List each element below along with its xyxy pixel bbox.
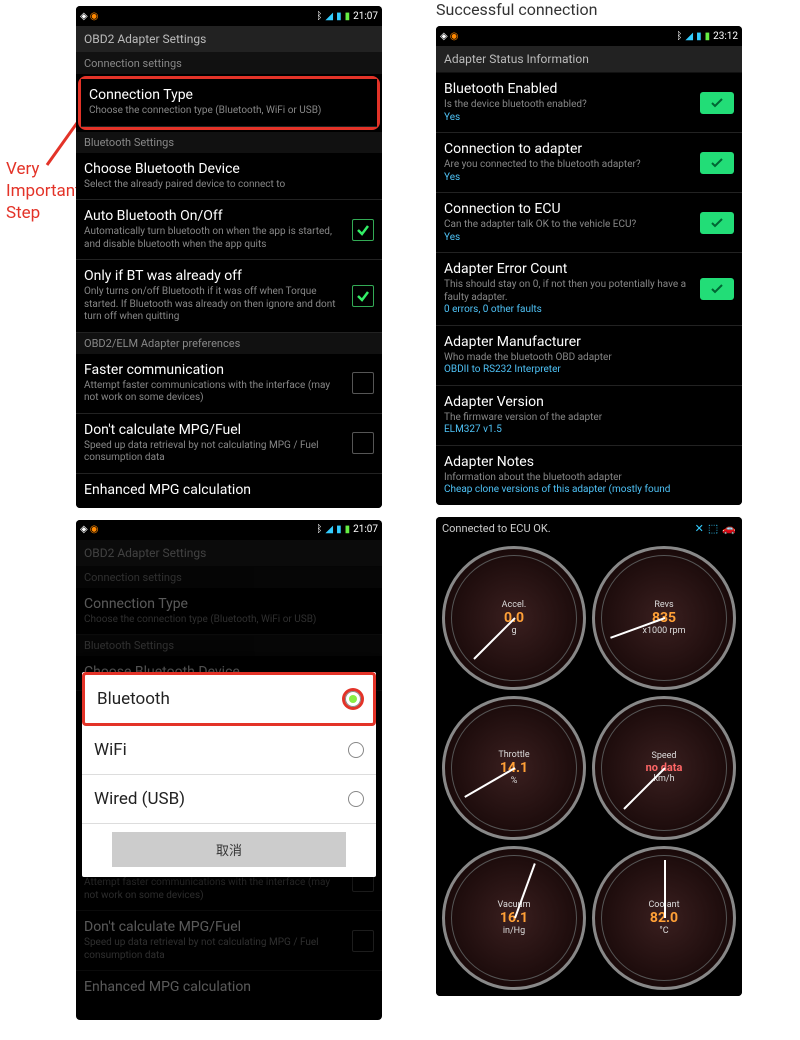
status-bar: ◈◉ ᛒ◢▮▮23:12 bbox=[436, 26, 742, 46]
gauge-throttle[interactable]: Throttle14.1% bbox=[442, 696, 586, 840]
radio-selected[interactable] bbox=[345, 691, 361, 707]
phone-adapter-status: ◈◉ ᛒ◢▮▮23:12 Adapter Status Information … bbox=[436, 26, 742, 505]
phone-settings-1: ◈ ◉ ᛒ ◢ ▮ ▮ 21:07 OBD2 Adapter Settings … bbox=[76, 6, 382, 508]
connection-type-dialog: Bluetooth WiFi Wired (USB) 取消 bbox=[82, 672, 376, 877]
gauge-vacuum[interactable]: Vacuum16.1in/Hg bbox=[442, 846, 586, 990]
dialog-option-wifi[interactable]: WiFi bbox=[82, 726, 376, 775]
dialog-option-wired[interactable]: Wired (USB) bbox=[82, 775, 376, 824]
gauge-coolant[interactable]: Coolant82.0°C bbox=[592, 846, 736, 990]
ok-badge bbox=[700, 278, 734, 300]
home-icon: ◈ bbox=[80, 11, 88, 22]
clock: 21:07 bbox=[353, 11, 378, 22]
section-connection: Connection settings bbox=[76, 53, 382, 74]
row-manufacturer[interactable]: Adapter ManufacturerWho made the bluetoo… bbox=[436, 326, 742, 386]
screen-title: OBD2 Adapter Settings bbox=[76, 540, 382, 567]
gauge-accel[interactable]: Accel.0.0g bbox=[442, 546, 586, 690]
gauge-status-bar: Connected to ECU OK. ✕ ⬚ 🚗 bbox=[436, 517, 742, 540]
row-choose-device[interactable]: Choose Bluetooth Device Select the alrea… bbox=[76, 153, 382, 201]
section-bluetooth: Bluetooth Settings bbox=[76, 132, 382, 153]
checkbox-unchecked[interactable] bbox=[352, 432, 374, 454]
satellite-icon[interactable]: ✕ bbox=[695, 522, 704, 535]
share-icon[interactable]: ⬚ bbox=[708, 522, 718, 535]
row-enhanced-mpg[interactable]: Enhanced MPG calculation bbox=[76, 474, 382, 508]
checkbox-checked[interactable] bbox=[352, 285, 374, 307]
row-error-count[interactable]: Adapter Error CountThis should stay on 0… bbox=[436, 253, 742, 326]
status-bar: ◈◉ ᛒ◢▮▮21:07 bbox=[76, 520, 382, 540]
torque-icon: ◉ bbox=[90, 11, 99, 22]
row-conn-adapter[interactable]: Connection to adapterAre you connected t… bbox=[436, 133, 742, 193]
dialog-option-bluetooth[interactable]: Bluetooth bbox=[82, 672, 376, 726]
signal-icon: ▮ bbox=[336, 11, 342, 22]
ok-badge bbox=[700, 92, 734, 114]
phone-gauges: Connected to ECU OK. ✕ ⬚ 🚗 Accel.0.0g Re… bbox=[436, 517, 742, 996]
row-mpg[interactable]: Don't calculate MPG/Fuel Speed up data r… bbox=[76, 414, 382, 474]
row-connection-type[interactable]: Connection Type Choose the connection ty… bbox=[81, 79, 377, 127]
bluetooth-icon: ᛒ bbox=[316, 11, 322, 22]
wifi-icon: ◢ bbox=[325, 11, 333, 22]
dialog-cancel-button[interactable]: 取消 bbox=[112, 832, 346, 867]
checkbox-unchecked[interactable] bbox=[352, 372, 374, 394]
gauge-revs[interactable]: Revs835x1000 rpm bbox=[592, 546, 736, 690]
gauge-grid: Accel.0.0g Revs835x1000 rpm Throttle14.1… bbox=[436, 540, 742, 996]
row-version[interactable]: Adapter VersionThe firmware version of t… bbox=[436, 386, 742, 446]
row-bt-enabled[interactable]: Bluetooth EnabledIs the device bluetooth… bbox=[436, 73, 742, 133]
row-notes[interactable]: Adapter NotesInformation about the bluet… bbox=[436, 446, 742, 505]
successful-connection-label: Successful connection bbox=[436, 0, 597, 19]
row-auto-bt[interactable]: Auto Bluetooth On/Off Automatically turn… bbox=[76, 200, 382, 260]
screen-title: Adapter Status Information bbox=[436, 46, 742, 73]
ok-badge bbox=[700, 212, 734, 234]
status-bar: ◈ ◉ ᛒ ◢ ▮ ▮ 21:07 bbox=[76, 6, 382, 26]
battery-icon: ▮ bbox=[345, 11, 351, 22]
phone-settings-2: ◈◉ ᛒ◢▮▮21:07 OBD2 Adapter Settings Conne… bbox=[76, 520, 382, 1020]
radio-unselected[interactable] bbox=[348, 791, 364, 807]
radio-unselected[interactable] bbox=[348, 742, 364, 758]
checkbox-checked[interactable] bbox=[352, 219, 374, 241]
car-icon[interactable]: 🚗 bbox=[722, 522, 736, 535]
row-only-if-off[interactable]: Only if BT was already off Only turns on… bbox=[76, 260, 382, 333]
row-conn-ecu[interactable]: Connection to ECUCan the adapter talk OK… bbox=[436, 193, 742, 253]
ok-badge bbox=[700, 152, 734, 174]
section-elm: OBD2/ELM Adapter preferences bbox=[76, 333, 382, 354]
screen-title: OBD2 Adapter Settings bbox=[76, 26, 382, 53]
row-faster-comm[interactable]: Faster communication Attempt faster comm… bbox=[76, 354, 382, 414]
gauge-speed[interactable]: Speedno datakm/h bbox=[592, 696, 736, 840]
